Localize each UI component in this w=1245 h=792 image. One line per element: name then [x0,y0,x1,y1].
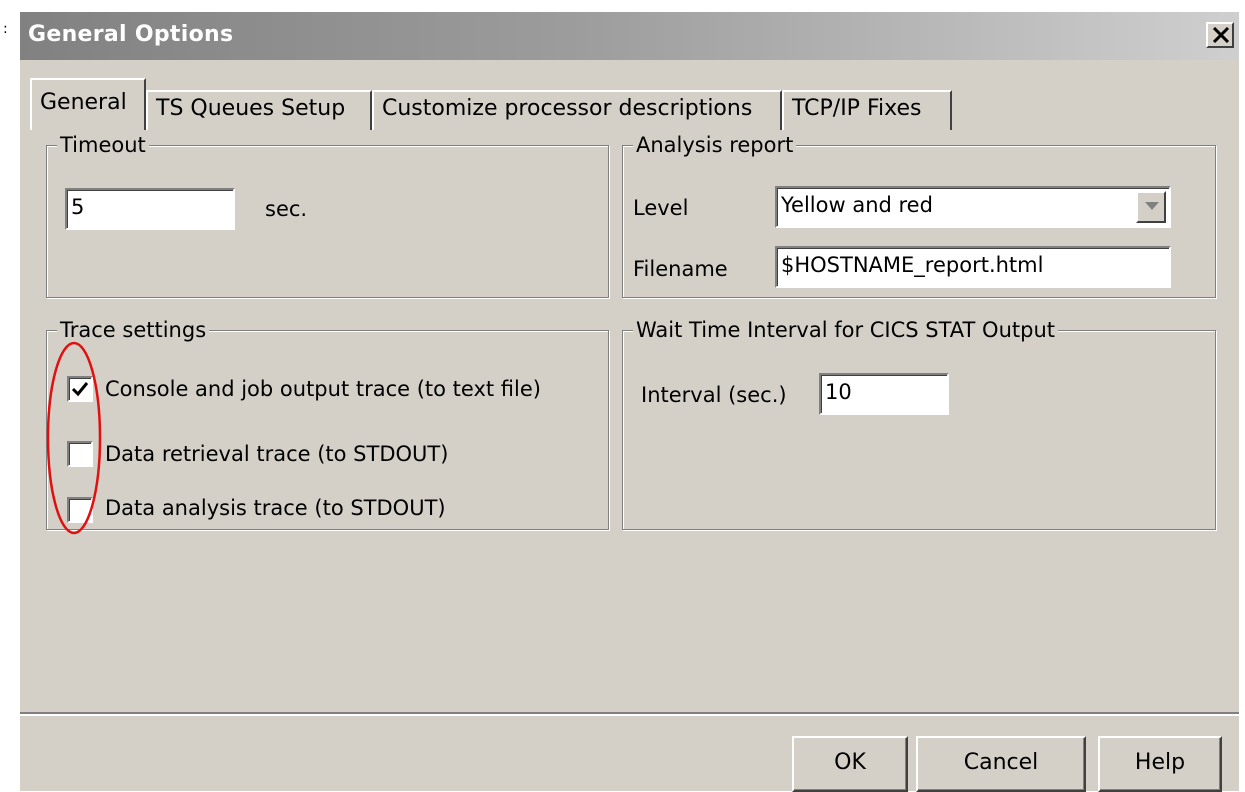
cancel-button[interactable]: Cancel [916,736,1086,792]
chevron-down-icon [1145,202,1159,210]
timeout-group-label: Timeout [57,132,149,158]
level-select-value: Yellow and red [781,193,933,217]
timeout-group: Timeout 5 sec. [46,132,609,298]
button-bar-separator [20,712,1239,716]
analysis-report-group: Analysis report Level Yellow and red Fil… [622,132,1216,298]
data-retrieval-trace-label[interactable]: Data retrieval trace (to STDOUT) [105,441,448,467]
tab-general-label: General [40,90,127,115]
general-options-dialog: General Options General TS Queues Setup … [20,12,1239,792]
close-icon [1212,27,1230,43]
filename-label: Filename [633,257,728,281]
tab-ts-queues-setup[interactable]: TS Queues Setup [146,90,372,130]
title-bar[interactable]: General Options [20,12,1239,60]
trace-settings-group: Trace settings Console and job output tr… [46,317,609,530]
edge-artifact: : [3,21,8,37]
tab-customize-processor-descriptions-label: Customize processor descriptions [382,96,753,121]
timeout-input[interactable]: 5 [65,188,235,230]
close-button[interactable] [1206,22,1234,48]
tab-tcpip-fixes-label: TCP/IP Fixes [792,96,922,121]
filename-input[interactable]: $HOSTNAME_report.html [775,246,1171,288]
analysis-report-group-label: Analysis report [633,132,797,158]
tab-customize-processor-descriptions[interactable]: Customize processor descriptions [372,90,782,130]
wait-time-group-label: Wait Time Interval for CICS STAT Output [633,317,1058,343]
timeout-unit-label: sec. [265,197,308,221]
tab-general[interactable]: General [30,78,146,130]
dialog-title: General Options [28,22,234,47]
level-dropdown-button[interactable] [1136,191,1166,223]
wait-time-group: Wait Time Interval for CICS STAT Output … [622,317,1216,530]
help-button[interactable]: Help [1098,736,1222,792]
data-analysis-trace-label[interactable]: Data analysis trace (to STDOUT) [105,495,446,521]
interval-label: Interval (sec.) [641,383,787,407]
console-job-trace-label[interactable]: Console and job output trace (to text fi… [105,376,541,402]
interval-input[interactable]: 10 [819,373,949,415]
tab-ts-queues-setup-label: TS Queues Setup [156,96,346,121]
annotation-ellipse [46,341,102,535]
level-label: Level [633,196,689,220]
level-select[interactable]: Yellow and red [775,186,1171,228]
tab-tcpip-fixes[interactable]: TCP/IP Fixes [782,90,952,130]
ok-button[interactable]: OK [792,736,908,792]
